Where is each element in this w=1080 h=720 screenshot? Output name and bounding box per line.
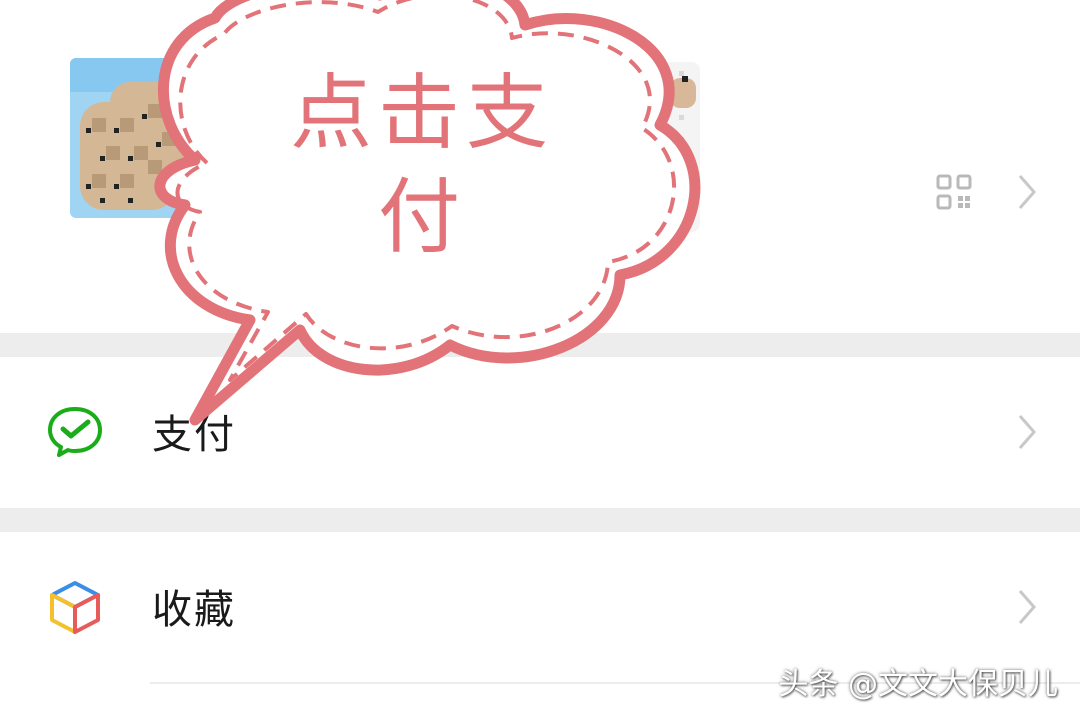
chevron-right-icon[interactable] bbox=[1014, 172, 1040, 212]
mosaic-avatar-icon bbox=[70, 58, 226, 218]
avatar[interactable] bbox=[70, 58, 226, 218]
chevron-right-icon bbox=[1018, 590, 1036, 624]
callout-text: 点击支付 bbox=[289, 66, 554, 265]
section-separator bbox=[0, 508, 1080, 532]
watermark: 头条 @文文大保贝儿 bbox=[778, 667, 1058, 702]
favorites-cube-icon bbox=[50, 581, 100, 634]
menu-item-label: 支付 bbox=[152, 412, 236, 458]
chevron-right-icon bbox=[1018, 415, 1036, 449]
section-separator bbox=[0, 333, 1080, 357]
menu-item-favorites[interactable]: 收藏 bbox=[0, 532, 1080, 682]
wechat-me-screen: 支付 收藏 点击支付 头条 @文文大保贝儿 bbox=[0, 0, 1080, 720]
menu-item-pay[interactable]: 支付 bbox=[0, 357, 1080, 508]
qr-code-icon[interactable] bbox=[936, 174, 972, 210]
wechat-pay-icon bbox=[48, 407, 102, 457]
menu-item-label: 收藏 bbox=[152, 587, 236, 633]
